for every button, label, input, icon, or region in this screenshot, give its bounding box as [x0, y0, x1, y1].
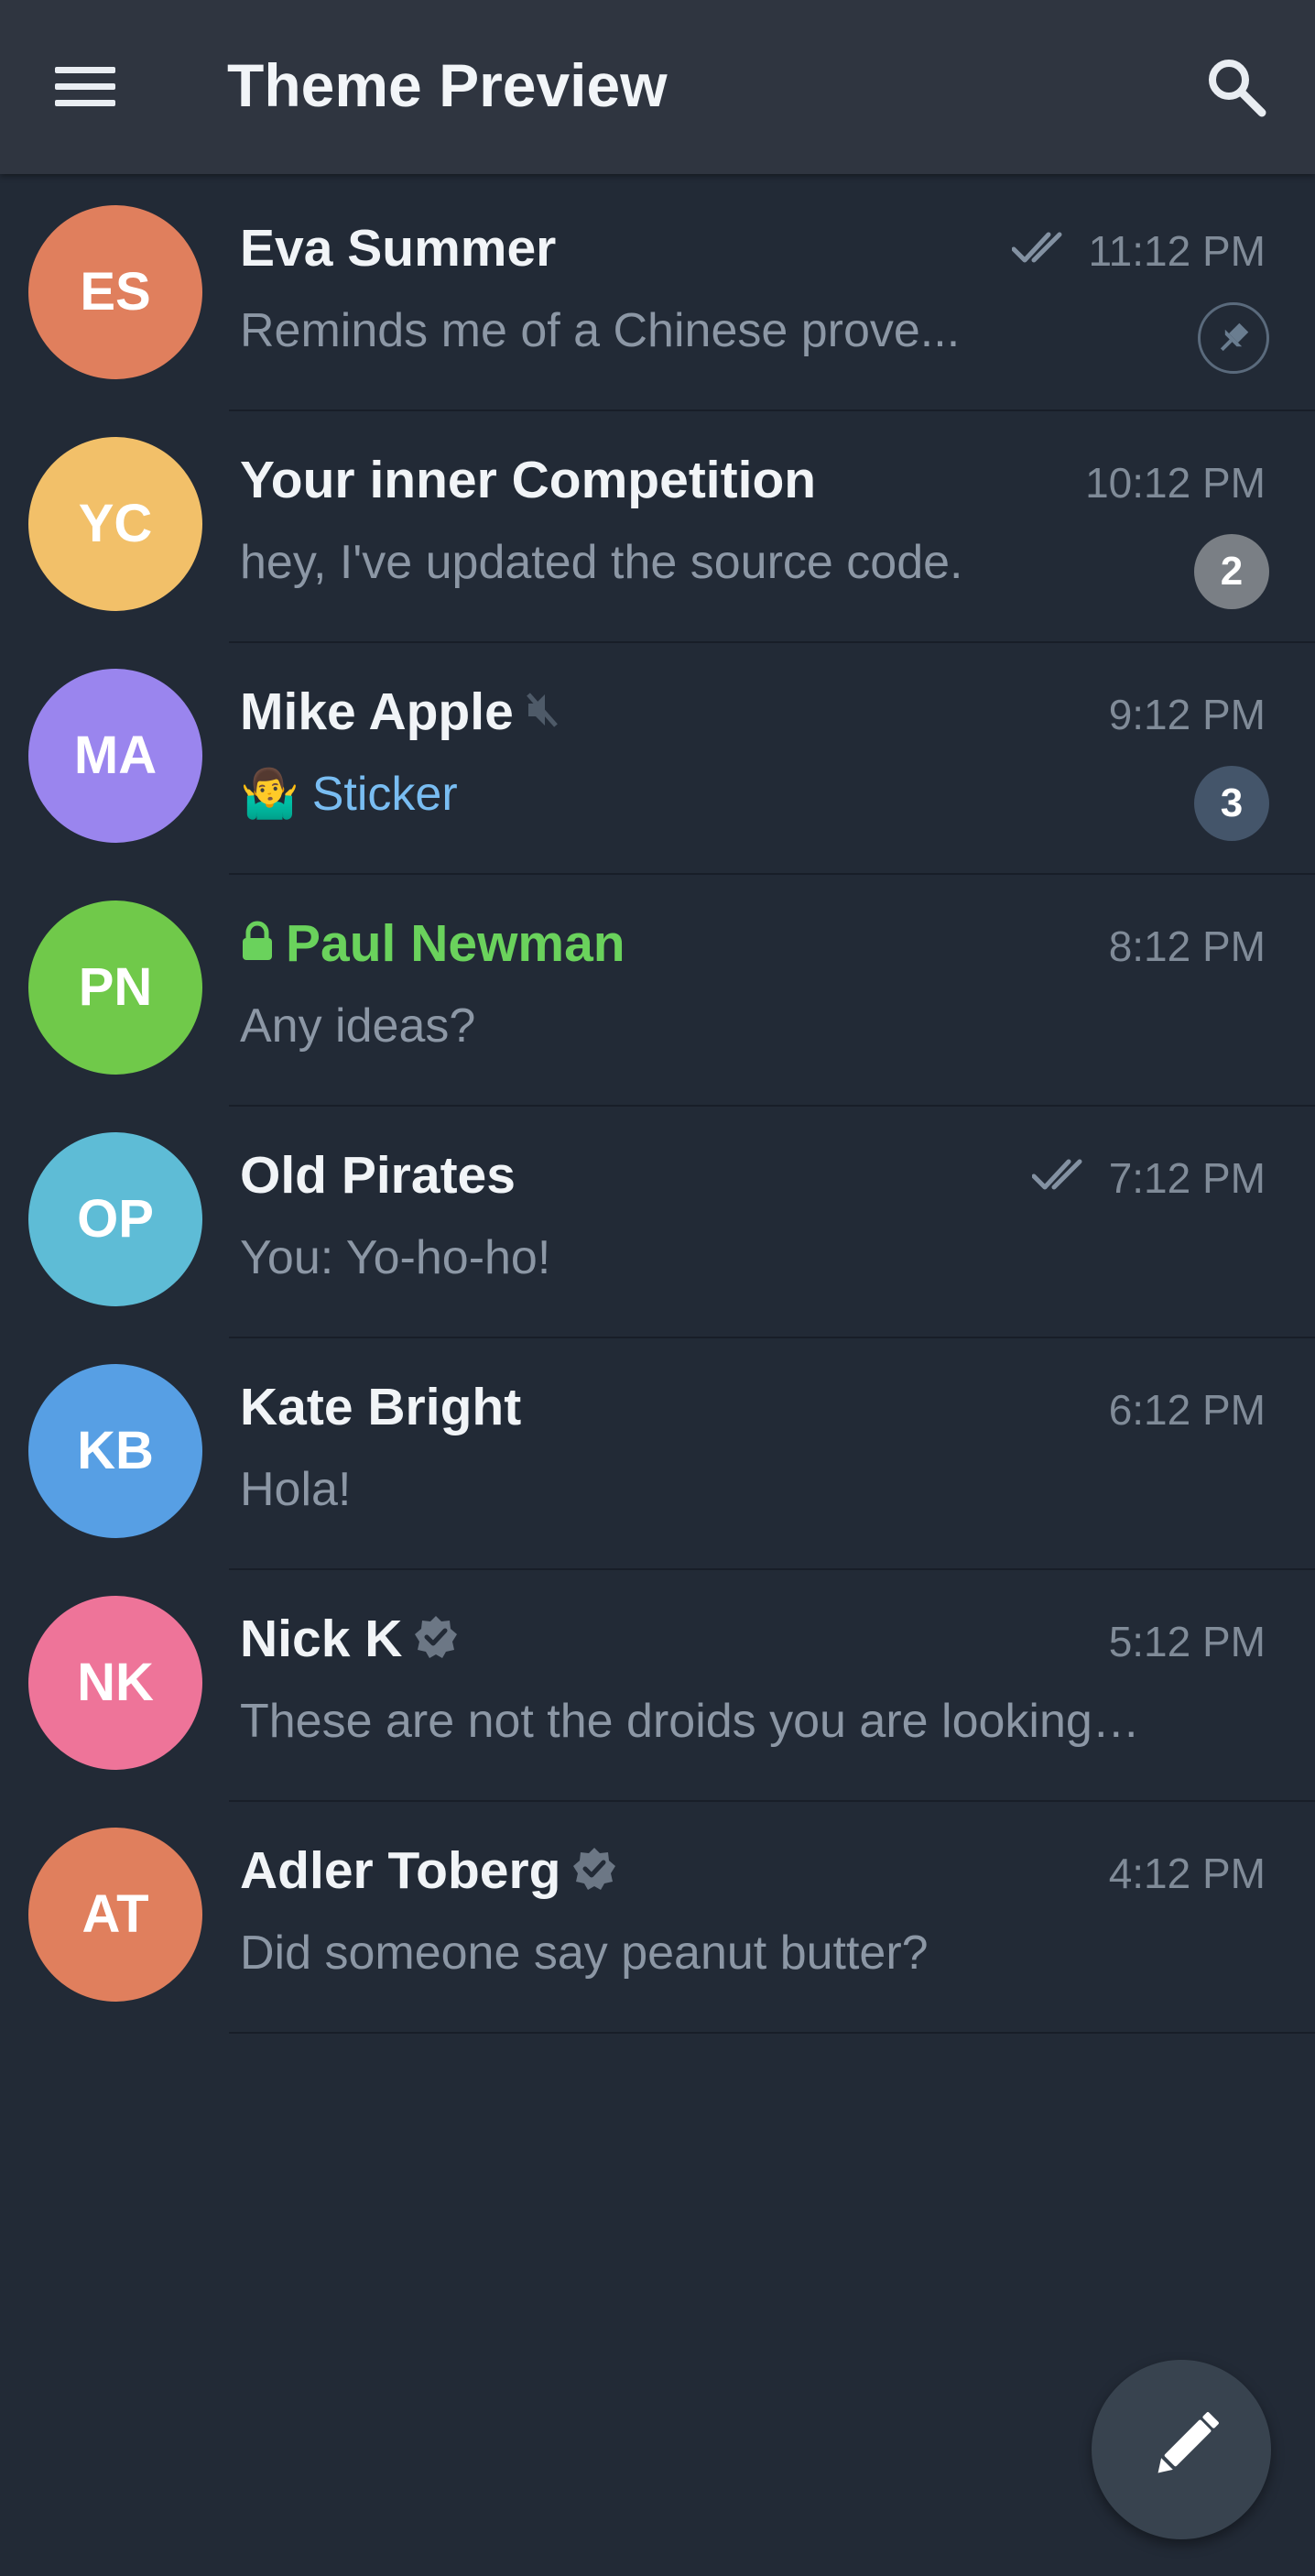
- chat-message-preview: hey, I've updated the source code.: [240, 536, 963, 589]
- chat-time: 8:12 PM: [1108, 922, 1266, 970]
- chat-row[interactable]: KB Kate Bright Hola! 6:12 PM: [0, 1338, 1315, 1570]
- unread-badge: 3: [1194, 766, 1269, 841]
- chat-list: ES Eva Summer Reminds me of a Chinese prov…: [0, 180, 1315, 2034]
- chat-name: Your inner Competition: [240, 451, 817, 509]
- lock-icon: [240, 921, 275, 967]
- avatar[interactable]: ES: [28, 205, 202, 379]
- page-title: Theme Preview: [227, 51, 668, 119]
- chat-name: Paul Newman: [286, 914, 625, 973]
- chat-row[interactable]: NK Nick K These are not the droids you are…: [0, 1570, 1315, 1802]
- avatar[interactable]: KB: [28, 1364, 202, 1538]
- verified-icon: [571, 1846, 617, 1896]
- chat-message-preview: You: Yo-ho-ho!: [240, 1231, 551, 1284]
- chat-row[interactable]: YC Your inner Competition hey, I've update…: [0, 411, 1315, 643]
- chat-name: Eva Summer: [240, 219, 557, 278]
- chat-name: Kate Bright: [240, 1378, 522, 1436]
- chat-row[interactable]: PN Paul Newman Any ideas? 8:12 PM: [0, 875, 1315, 1107]
- pin-icon: [1198, 302, 1269, 374]
- chat-time: 5:12 PM: [1108, 1618, 1266, 1665]
- chat-time: 6:12 PM: [1108, 1386, 1266, 1434]
- avatar[interactable]: YC: [28, 437, 202, 611]
- chat-time: 7:12 PM: [1108, 1154, 1266, 1202]
- avatar[interactable]: MA: [28, 669, 202, 843]
- chat-name: Nick K: [240, 1610, 403, 1668]
- chat-row[interactable]: AT Adler Toberg Did someone say peanut but…: [0, 1802, 1315, 2034]
- avatar[interactable]: PN: [28, 901, 202, 1075]
- avatar[interactable]: NK: [28, 1596, 202, 1770]
- unread-badge: 2: [1194, 534, 1269, 609]
- hamburger-menu-icon[interactable]: [31, 41, 123, 133]
- chat-name: Adler Toberg: [240, 1841, 561, 1900]
- chat-message-preview: Reminds me of a Chinese prove...: [240, 304, 961, 357]
- compose-button[interactable]: [1092, 2360, 1271, 2539]
- chat-time: 11:12 PM: [1088, 227, 1266, 275]
- chat-message-preview: Any ideas?: [240, 999, 476, 1053]
- chat-message-preview: Did someone say peanut butter?: [240, 1927, 929, 1980]
- verified-icon: [413, 1614, 459, 1665]
- chat-message-preview: Sticker: [311, 768, 458, 821]
- chat-message-preview: These are not the droids you are looking…: [240, 1695, 1140, 1748]
- chat-message-preview: Hola!: [240, 1463, 352, 1516]
- chat-row[interactable]: ES Eva Summer Reminds me of a Chinese prov…: [0, 180, 1315, 411]
- chat-name: Old Pirates: [240, 1146, 516, 1205]
- double-check-icon: [1011, 224, 1072, 278]
- app-bar: Theme Preview: [0, 0, 1315, 174]
- muted-icon: [525, 689, 561, 736]
- pencil-icon: [1157, 2412, 1219, 2473]
- search-icon[interactable]: [1190, 41, 1282, 133]
- chat-time: 10:12 PM: [1085, 459, 1266, 507]
- chat-name: Mike Apple: [240, 682, 514, 741]
- avatar[interactable]: AT: [28, 1828, 202, 2002]
- emoji-icon: 🤷‍♂️: [240, 768, 299, 821]
- avatar[interactable]: OP: [28, 1132, 202, 1306]
- chat-time: 9:12 PM: [1108, 691, 1266, 738]
- double-check-icon: [1031, 1151, 1092, 1206]
- chat-time: 4:12 PM: [1108, 1850, 1266, 1897]
- divider: [229, 2032, 1315, 2034]
- chat-row[interactable]: OP Old Pirates You: Yo-ho-ho! 7:12 PM: [0, 1107, 1315, 1338]
- chat-row[interactable]: MA Mike Apple 🤷‍♂️ Sticker 9:12 PM 3: [0, 643, 1315, 875]
